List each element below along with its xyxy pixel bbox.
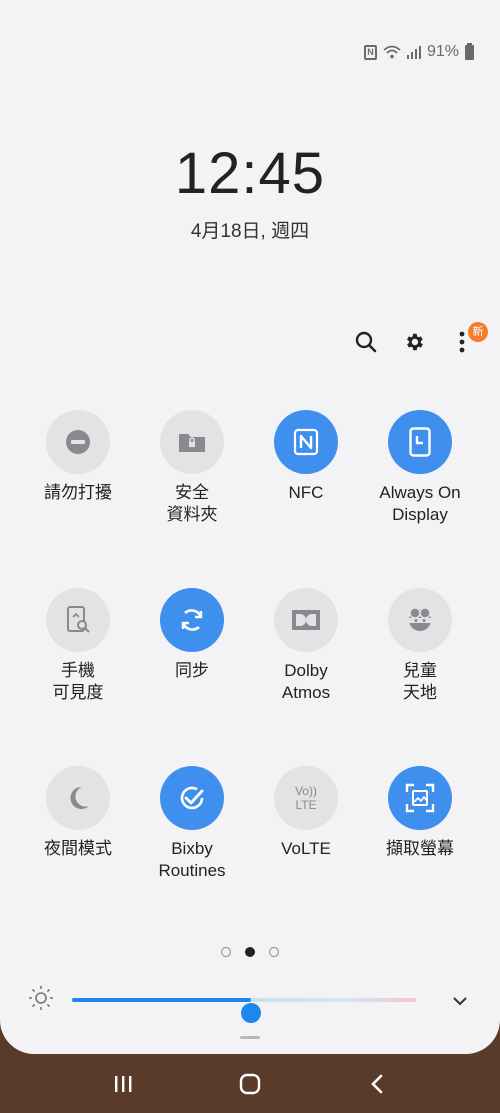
panel-toolbar: 新 (352, 322, 488, 362)
status-bar: N 91% (363, 40, 474, 64)
tile-label: 擷取螢幕 (386, 839, 454, 858)
screenshot-icon (388, 766, 452, 830)
tile-label: 同步 (175, 661, 209, 680)
tile-secure-folder[interactable]: 安全 資料夾 (135, 410, 249, 546)
search-icon[interactable] (352, 324, 380, 360)
bixby-routines-icon (160, 766, 224, 830)
tile-label: Always On Display (379, 483, 461, 524)
night-mode-icon (46, 766, 110, 830)
tile-do-not-disturb[interactable]: 請勿打擾 (21, 410, 135, 546)
tile-label: Bixby Routines (158, 839, 226, 880)
tile-label: 夜間模式 (44, 839, 112, 858)
quick-panel: N 91% 12:45 4月18日, 週四 新 請勿打擾 安全 資料夾 NFC … (0, 0, 500, 1054)
page-dot[interactable] (221, 947, 231, 957)
signal-icon (406, 45, 421, 59)
new-badge: 新 (468, 322, 488, 342)
always-on-display-icon (388, 410, 452, 474)
gear-icon[interactable] (400, 324, 428, 360)
brightness-thumb[interactable] (240, 1003, 261, 1023)
volte-icon-text-bottom: LTE (295, 798, 316, 812)
do-not-disturb-icon (46, 410, 110, 474)
tile-dolby-atmos[interactable]: Dolby Atmos (249, 588, 363, 724)
clock-date[interactable]: 4月18日, 週四 (0, 216, 500, 243)
tile-bixby-routines[interactable]: Bixby Routines (135, 766, 249, 902)
volte-icon: Vo)) LTE (274, 766, 338, 830)
kids-home-icon (388, 588, 452, 652)
battery-percent: 91% (426, 43, 459, 60)
tile-screenshot[interactable]: 擷取螢幕 (363, 766, 477, 902)
tile-sync[interactable]: 同步 (135, 588, 249, 724)
tile-night-mode[interactable]: 夜間模式 (21, 766, 135, 902)
quick-settings-grid: 請勿打擾 安全 資料夾 NFC Always On Display 手機 可見度 (21, 410, 479, 902)
phone-visibility-icon (46, 588, 110, 652)
brightness-control (28, 985, 478, 1023)
nfc-icon (274, 410, 338, 474)
secure-folder-icon (160, 410, 224, 474)
tile-label: 兒童 天地 (403, 661, 437, 702)
brightness-fill (72, 998, 251, 1002)
tile-label: 安全 資料夾 (166, 483, 218, 524)
tile-label: NFC (288, 483, 324, 502)
nfc-status-icon: N (363, 44, 377, 60)
tile-always-on-display[interactable]: Always On Display (363, 410, 477, 546)
wifi-icon (383, 45, 401, 59)
tile-kids-home[interactable]: 兒童 天地 (363, 588, 477, 724)
tile-label: 手機 可見度 (52, 661, 104, 702)
tile-label: Dolby Atmos (281, 661, 331, 702)
recents-icon[interactable] (103, 1064, 143, 1104)
chevron-down-icon[interactable] (448, 989, 472, 1013)
home-icon[interactable] (230, 1064, 270, 1104)
sync-icon (160, 588, 224, 652)
page-indicator (0, 947, 500, 957)
tile-nfc[interactable]: NFC (249, 410, 363, 546)
dolby-atmos-icon (274, 588, 338, 652)
tile-label: 請勿打擾 (44, 483, 112, 502)
back-icon[interactable] (357, 1064, 397, 1104)
tile-volte[interactable]: Vo)) LTE VoLTE (249, 766, 363, 902)
page-dot-active[interactable] (245, 947, 255, 957)
tile-label: VoLTE (281, 839, 331, 858)
brightness-icon (28, 985, 54, 1016)
volte-icon-text-top: Vo)) (295, 784, 317, 798)
navigation-bar (0, 1054, 500, 1113)
more-vert-icon[interactable]: 新 (448, 322, 488, 360)
battery-icon (465, 42, 474, 60)
tile-phone-visibility[interactable]: 手機 可見度 (21, 588, 135, 724)
clock-time[interactable]: 12:45 (0, 140, 500, 207)
page-dot[interactable] (269, 947, 279, 957)
panel-drag-handle[interactable] (240, 1036, 260, 1039)
brightness-slider[interactable] (72, 998, 416, 1023)
